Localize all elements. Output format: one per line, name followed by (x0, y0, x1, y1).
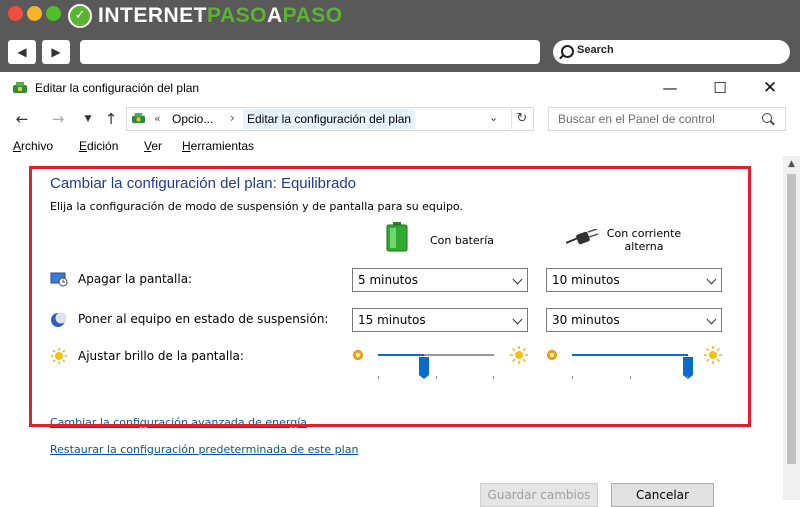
menu-archivo[interactable]: Archivo (13, 139, 53, 153)
browser-search-label: Search (577, 44, 614, 56)
search-icon[interactable] (762, 113, 772, 123)
breadcrumb-overflow[interactable]: « (154, 112, 161, 125)
browser-frame: ✓ INTERNETPASOAPASO ◀ ▶ Search (0, 0, 800, 72)
minimize-window-dot[interactable] (27, 6, 42, 21)
close-button[interactable]: ✕ (750, 76, 790, 100)
browser-search-field[interactable]: Search (553, 40, 790, 64)
save-changes-button[interactable]: Guardar cambios (480, 483, 598, 507)
power-options-icon (13, 82, 27, 93)
menu-edicion[interactable]: Edición (79, 139, 118, 153)
refresh-icon[interactable]: ↻ (511, 109, 532, 129)
restore-defaults-link[interactable]: Restaurar la configuración predeterminad… (50, 443, 358, 456)
breadcrumb-edit-plan[interactable]: Editar la configuración del plan (243, 109, 416, 129)
navigation-bar: ← → ▼ ↑ « Opcio... › Editar la configura… (0, 106, 800, 134)
search-placeholder: Buscar en el Panel de control (558, 112, 715, 126)
back-arrow-icon[interactable]: ← (12, 108, 32, 130)
title-bar: Editar la configuración del plan — ☐ ✕ (0, 72, 800, 104)
highlight-box (29, 166, 751, 427)
forward-arrow-icon[interactable]: → (48, 108, 68, 130)
menu-ver[interactable]: Ver (144, 139, 162, 153)
breadcrumb-separator-icon[interactable]: › (230, 111, 235, 125)
browser-forward-button[interactable]: ▶ (42, 40, 70, 64)
menu-bar: Archivo Edición Ver Herramientas (0, 136, 800, 156)
recent-locations-chevron-icon[interactable]: ▼ (78, 108, 98, 130)
search-icon (561, 45, 574, 58)
vertical-scrollbar[interactable]: ▲ (783, 156, 800, 500)
browser-back-button[interactable]: ◀ (8, 40, 36, 64)
cancel-button[interactable]: Cancelar (611, 483, 714, 507)
close-window-dot[interactable] (8, 6, 23, 21)
address-bar[interactable]: « Opcio... › Editar la configuración del… (126, 107, 534, 131)
control-panel-search-input[interactable]: Buscar en el Panel de control (548, 107, 786, 131)
address-dropdown-icon[interactable]: ⌄ (489, 111, 498, 124)
zoom-window-dot[interactable] (46, 6, 61, 21)
breadcrumb-options[interactable]: Opcio... (172, 112, 213, 126)
brand-name: INTERNETPASOAPASO (98, 4, 343, 27)
minimize-button[interactable]: — (650, 76, 690, 100)
scroll-up-arrow-icon[interactable]: ▲ (783, 156, 800, 173)
scroll-thumb[interactable] (787, 174, 796, 464)
maximize-button[interactable]: ☐ (700, 76, 740, 100)
up-arrow-icon[interactable]: ↑ (101, 108, 121, 130)
control-panel-icon (132, 112, 145, 124)
menu-herramientas[interactable]: Herramientas (182, 139, 254, 153)
brand-logo-icon: ✓ (68, 4, 92, 28)
browser-url-field[interactable] (80, 40, 540, 64)
window-title: Editar la configuración del plan (35, 81, 200, 95)
